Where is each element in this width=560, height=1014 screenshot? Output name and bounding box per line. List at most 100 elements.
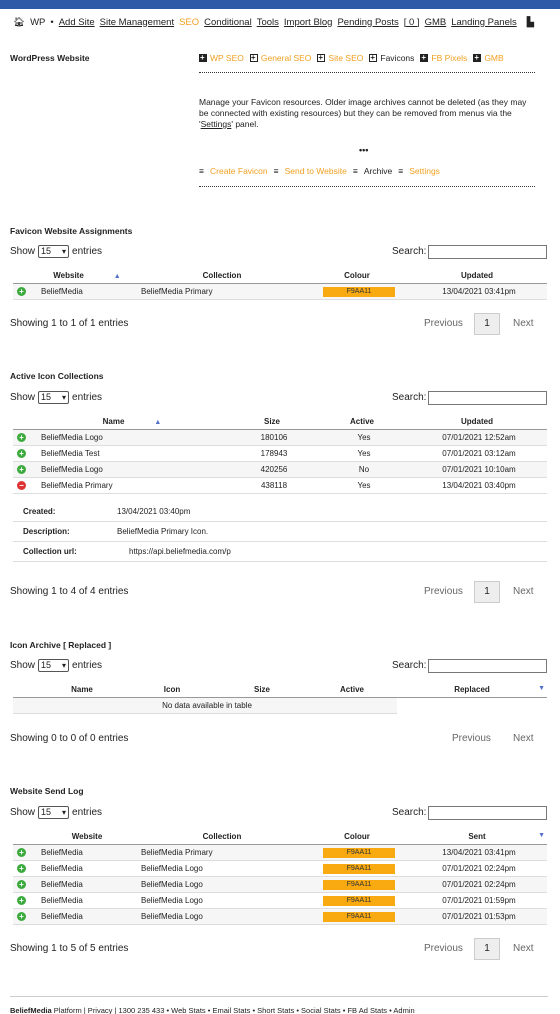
menu-icon: ≡	[199, 166, 204, 176]
column-header[interactable]: Active	[307, 683, 397, 698]
column-header[interactable]: Collection	[137, 830, 307, 845]
column-header[interactable]: Collection	[137, 269, 307, 284]
tab-favicons[interactable]: Favicons	[369, 53, 414, 63]
expand-icon[interactable]: +	[17, 847, 26, 857]
column-header[interactable]: Website	[37, 830, 137, 845]
collection-cell: BeliefMedia Logo	[137, 860, 307, 877]
column-header[interactable]: Name	[37, 683, 127, 698]
action-create-favicon[interactable]: ≡ Create Favicon	[199, 166, 268, 176]
tab-site-seo[interactable]: Site SEO	[317, 53, 363, 63]
expand-icon[interactable]: +	[17, 895, 26, 905]
nav-item[interactable]: Site Management	[100, 17, 174, 28]
settings-link[interactable]: Settings	[201, 119, 232, 129]
expand-icon[interactable]: +	[17, 911, 26, 921]
table-row[interactable]: + BeliefMedia BeliefMedia Logo F9AA11 07/01/…	[13, 876, 547, 893]
nav-item[interactable]: Import Blog	[284, 17, 333, 28]
expand-icon[interactable]: +	[17, 863, 26, 873]
tab-gmb[interactable]: GMB	[473, 53, 504, 63]
column-header[interactable]: Name ▲	[37, 415, 227, 430]
previous-button[interactable]: Previous	[452, 733, 491, 744]
landing-icon[interactable]: ▙	[527, 17, 534, 28]
next-button[interactable]: Next	[513, 586, 534, 597]
nav-item[interactable]: Conditional	[204, 17, 252, 28]
expand-icon[interactable]: +	[17, 448, 26, 458]
table-row[interactable]: + BeliefMedia Logo 180106 Yes 07/01/2021 12:…	[13, 429, 547, 446]
sent-cell: 07/01/2021 01:53pm	[407, 908, 547, 925]
search-input[interactable]	[428, 806, 547, 820]
page-1-button[interactable]: 1	[474, 581, 500, 603]
nav-item[interactable]: Add Site	[59, 17, 95, 28]
column-header[interactable]: Icon	[127, 683, 217, 698]
row-toggle[interactable]: −	[13, 477, 37, 494]
colour-swatch: F9AA11	[323, 911, 395, 922]
column-header[interactable]: Size	[227, 415, 317, 430]
table-row[interactable]: + BeliefMedia BeliefMedia Logo F9AA11 07/01/…	[13, 908, 547, 925]
nav-item[interactable]: [ 0 ]	[404, 17, 420, 28]
table-row[interactable]: + BeliefMedia BeliefMedia Primary F9AA11 13/…	[13, 844, 547, 861]
more-dots[interactable]: •••	[359, 145, 368, 155]
page-1-button[interactable]: 1	[474, 313, 500, 335]
nav-item[interactable]: SEO	[179, 17, 199, 28]
page-size-select[interactable]: 15	[38, 245, 70, 258]
previous-button[interactable]: Previous	[424, 318, 463, 329]
size-cell: 420256	[227, 461, 317, 478]
tab-general-seo[interactable]: General SEO	[249, 53, 311, 63]
collapse-icon[interactable]: −	[17, 480, 26, 490]
next-button[interactable]: Next	[513, 943, 534, 954]
nav-item[interactable]: GMB	[425, 17, 447, 28]
page-size-select[interactable]: 15	[38, 659, 70, 672]
nav-item[interactable]: Landing Panels	[451, 17, 517, 28]
column-header[interactable]: Website ▲	[37, 269, 137, 284]
row-toggle[interactable]: +	[13, 876, 37, 893]
favicon-actions: ≡ Create Favicon ≡ Send to Website ≡ Archive ≡…	[199, 166, 535, 176]
table-row[interactable]: + BeliefMedia Logo 420256 No 07/01/2021 10:1…	[13, 461, 547, 478]
table-row[interactable]: + BeliefMedia BeliefMedia Logo F9AA11 07/01/…	[13, 860, 547, 877]
menu-icon: ≡	[273, 166, 279, 176]
column-header[interactable]: Size	[217, 683, 307, 698]
table-row[interactable]: + BeliefMedia BeliefMedia Primary F9AA11 13/…	[13, 283, 547, 300]
column-header[interactable]: Updated	[407, 415, 547, 430]
row-toggle[interactable]: +	[13, 283, 37, 300]
search-input[interactable]	[428, 245, 547, 259]
previous-button[interactable]: Previous	[424, 943, 463, 954]
table-row[interactable]: − BeliefMedia Primary 438118 Yes 13/04/2021 …	[13, 477, 547, 494]
nav-item[interactable]: Tools	[257, 17, 279, 28]
column-header[interactable]: Updated	[407, 269, 547, 284]
control-column	[13, 830, 37, 845]
column-header[interactable]: Active	[317, 415, 407, 430]
row-toggle[interactable]: +	[13, 429, 37, 446]
expand-icon[interactable]: +	[17, 432, 26, 442]
expand-icon[interactable]: +	[17, 879, 26, 889]
row-toggle[interactable]: +	[13, 461, 37, 478]
nav-item[interactable]: Pending Posts	[337, 17, 398, 28]
column-header[interactable]: Colour	[307, 830, 407, 845]
search-input[interactable]	[428, 659, 547, 673]
expand-icon[interactable]: +	[17, 464, 26, 474]
search-input[interactable]	[428, 391, 547, 405]
table-row[interactable]: + BeliefMedia BeliefMedia Logo F9AA11 07/01/…	[13, 892, 547, 909]
column-header[interactable]: Sent ▼	[407, 830, 547, 845]
row-toggle[interactable]: +	[13, 844, 37, 861]
expand-icon[interactable]: +	[17, 286, 26, 296]
action-archive[interactable]: ≡ Archive	[353, 166, 392, 176]
column-header[interactable]: Replaced ▼	[397, 683, 547, 698]
column-header[interactable]: Colour	[307, 269, 407, 284]
row-toggle[interactable]: +	[13, 908, 37, 925]
next-button[interactable]: Next	[513, 733, 534, 744]
row-toggle[interactable]: +	[13, 445, 37, 462]
page-size-select[interactable]: 15	[38, 806, 70, 819]
page-size-select[interactable]: 15	[38, 391, 70, 404]
page-1-button[interactable]: 1	[474, 938, 500, 960]
row-toggle[interactable]: +	[13, 892, 37, 909]
collections-table: Name ▲ Size Active Updated + BeliefMedia Logo…	[13, 415, 547, 494]
detail-value[interactable]: https://api.beliefmedia.com/p	[129, 547, 231, 556]
next-button[interactable]: Next	[513, 318, 534, 329]
row-toggle[interactable]: +	[13, 860, 37, 877]
action-send-to-website[interactable]: ≡ Send to Website	[274, 166, 347, 176]
previous-button[interactable]: Previous	[424, 586, 463, 597]
tab-fb-pixels[interactable]: FB Pixels	[420, 53, 467, 63]
table-row[interactable]: + BeliefMedia Test 178943 Yes 07/01/2021 03:…	[13, 445, 547, 462]
home-icon[interactable]: 🏠︎	[13, 17, 25, 28]
action-settings[interactable]: ≡ Settings	[398, 166, 440, 176]
tab-wp-seo[interactable]: WP SEO	[199, 53, 244, 63]
